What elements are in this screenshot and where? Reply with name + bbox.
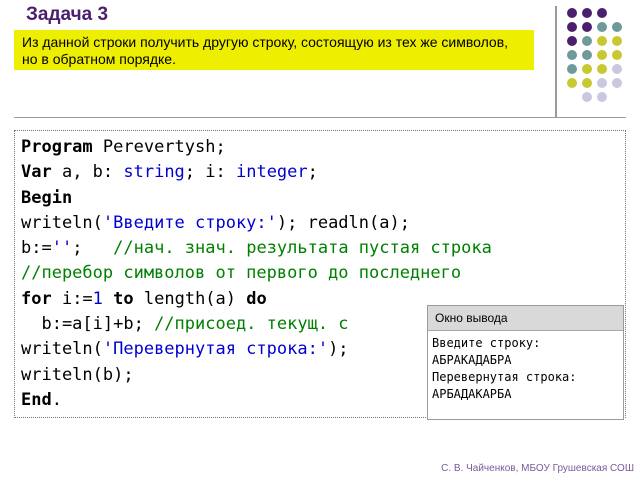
- output-window-title: Окно вывода: [428, 306, 623, 331]
- code-text: ); readln(a);: [276, 212, 410, 233]
- code-text: );: [328, 339, 349, 360]
- code-text: i:=: [51, 288, 93, 309]
- output-window-body: Введите строку: АБРАКАДАБРА Перевернутая с…: [428, 331, 623, 403]
- decor-dot: [582, 64, 592, 74]
- code-string: '': [51, 238, 73, 259]
- output-line: Введите строку:: [432, 336, 541, 350]
- decor-dot: [597, 64, 607, 74]
- decor-dot: [582, 36, 592, 46]
- decor-dot: [567, 64, 577, 74]
- code-comment: //нач. знач. результата пустая строка: [113, 238, 492, 259]
- code-keyword: to: [113, 288, 134, 309]
- code-keyword: End: [21, 389, 52, 410]
- decor-dot: [582, 92, 592, 102]
- decor-dot: [597, 78, 607, 88]
- code-string: 'Перевернутая строка:': [102, 339, 329, 360]
- decor-dot: [612, 36, 622, 46]
- decor-dot: [612, 22, 622, 32]
- decor-dot: [612, 50, 622, 60]
- code-keyword: Begin: [21, 187, 73, 208]
- code-comment: //присоед. текущ. с: [154, 314, 349, 335]
- decor-dot: [597, 50, 607, 60]
- code-number: 1: [92, 288, 103, 309]
- decor-vertical-line: [555, 6, 557, 118]
- code-line: writeln('Введите строку:'); readln(a);: [21, 211, 625, 236]
- code-keyword: do: [246, 288, 267, 309]
- code-text: b:=: [21, 238, 52, 259]
- code-keyword: Program: [21, 137, 93, 157]
- decor-dot: [597, 36, 607, 46]
- decor-dot: [567, 78, 577, 88]
- code-line: b:=''; //нач. знач. результата пустая ст…: [21, 236, 625, 261]
- task-description: Из данной строки получить другую строку,…: [14, 30, 534, 70]
- decor-dot: [567, 8, 577, 18]
- code-line: //перебор символов от первого до последн…: [21, 261, 625, 286]
- decor-dot: [582, 78, 592, 88]
- code-text: ; i:: [184, 162, 236, 183]
- code-comment: //перебор символов от первого до последн…: [21, 263, 462, 284]
- code-line: Program Perevertysh;: [21, 135, 625, 160]
- code-type: integer: [235, 162, 308, 183]
- decor-horizontal-line: [14, 117, 626, 118]
- code-type: string: [123, 162, 185, 183]
- decor-dot: [582, 22, 592, 32]
- output-window: Окно вывода Введите строку: АБРАКАДАБРА Пе…: [427, 305, 624, 420]
- code-text: b:=a[i]+b;: [21, 314, 155, 335]
- decor-dot: [582, 8, 592, 18]
- code-text: writeln(: [21, 212, 103, 233]
- code-line: Var a, b: string; i: integer;: [21, 160, 625, 185]
- decor-dot: [612, 64, 622, 74]
- code-text: ;: [72, 238, 114, 259]
- decor-dot: [567, 50, 577, 60]
- decor-dot: [582, 50, 592, 60]
- slide-footer: С. В. Чайченков, МБОУ Грушевская СОШ: [441, 463, 634, 474]
- decor-dot: [567, 22, 577, 32]
- code-text: ;: [307, 162, 318, 183]
- decor-dot: [597, 22, 607, 32]
- decor-dot: [597, 92, 607, 102]
- code-text: a, b:: [51, 162, 124, 183]
- output-line: АРБАДАКАРБА: [432, 387, 512, 401]
- slide-title: Задача 3: [26, 4, 109, 25]
- code-text: writeln(b);: [21, 364, 134, 385]
- code-string: 'Введите строку:': [102, 212, 277, 233]
- decor-dot: [567, 36, 577, 46]
- decor-dot: [612, 78, 622, 88]
- code-text: .: [51, 389, 62, 410]
- output-line: Перевернутая строка:: [432, 370, 577, 384]
- code-line: Begin: [21, 186, 625, 211]
- code-text: Perevertysh;: [92, 137, 226, 157]
- output-line: АБРАКАДАБРА: [432, 353, 512, 367]
- code-keyword: for: [21, 288, 52, 309]
- code-keyword: Var: [21, 162, 52, 183]
- decor-dot: [597, 8, 607, 18]
- code-text: writeln(: [21, 339, 103, 360]
- code-text: length(a): [133, 288, 247, 309]
